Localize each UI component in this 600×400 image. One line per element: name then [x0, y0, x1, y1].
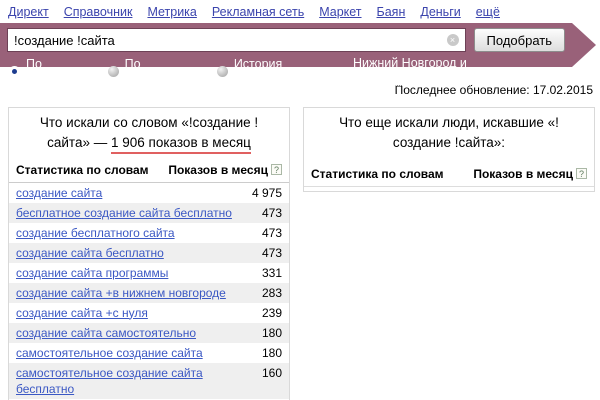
search-input-wrap: ×	[7, 28, 466, 52]
results-table: создание сайта 4 975 бесплатное создание…	[9, 183, 289, 400]
count-value: 473	[262, 205, 282, 221]
count-value: 180	[262, 345, 282, 361]
left-panel: Что искали со словом «!создание !сайта» …	[8, 107, 290, 400]
table-row: создание бесплатного сайта 473	[9, 223, 289, 243]
search-row: × Подобрать	[7, 28, 565, 52]
help-icon[interactable]: ?	[576, 168, 587, 179]
submit-button[interactable]: Подобрать	[474, 28, 565, 52]
tab-by-words-label: По словам	[26, 57, 78, 85]
col-phrase-header: Статистика по словам	[16, 163, 149, 177]
right-panel: Что еще искали люди, искавшие «!создание…	[303, 107, 595, 192]
region-link[interactable]: Нижний Новгород и область	[353, 56, 495, 86]
radio-icon[interactable]	[108, 66, 119, 77]
help-icon[interactable]: ?	[271, 164, 282, 175]
total-shows-link[interactable]: 1 906 показов в месяц	[111, 135, 251, 154]
tab-history[interactable]: История запросов	[217, 57, 323, 85]
table-row: создание сайта +с нуля 239	[9, 303, 289, 323]
search-input[interactable]	[7, 28, 466, 52]
right-panel-title: Что еще искали люди, искавшие «!создание…	[304, 108, 594, 162]
phrase-link[interactable]: создание сайта программы	[16, 265, 241, 281]
col-count-header: Показов в месяц	[168, 163, 268, 177]
nav-link[interactable]: ещё	[476, 5, 500, 19]
count-value: 180	[262, 325, 282, 341]
phrase-link[interactable]: самостоятельное создание сайта	[16, 345, 241, 361]
count-value: 331	[262, 265, 282, 281]
count-value: 239	[262, 305, 282, 321]
phrase-link[interactable]: создание сайта самостоятельно	[16, 325, 241, 341]
table-row: создание сайта 4 975	[9, 183, 289, 203]
search-bar: × Подобрать По словам По регионам Истори…	[0, 23, 572, 67]
right-table-empty	[304, 187, 594, 191]
tab-by-regions[interactable]: По регионам	[108, 57, 187, 85]
count-value: 473	[262, 245, 282, 261]
tab-by-regions-label: По регионам	[125, 57, 187, 85]
phrase-link[interactable]: бесплатное создание сайта бесплатно	[16, 205, 241, 221]
col-count-header: Показов в месяц	[473, 167, 573, 181]
nav-link[interactable]: Баян	[377, 5, 406, 19]
count-value: 283	[262, 285, 282, 301]
phrase-link[interactable]: создание сайта +с нуля	[16, 305, 241, 321]
phrase-link[interactable]: создание сайта бесплатно	[16, 245, 241, 261]
tab-by-words[interactable]: По словам	[9, 57, 78, 85]
clear-icon[interactable]: ×	[447, 34, 459, 46]
tabs-row: По словам По регионам История запросов Н…	[7, 56, 565, 86]
nav-link[interactable]: Справочник	[64, 5, 133, 19]
count-value: 160	[262, 365, 282, 381]
table-row: создание сайта бесплатно 473	[9, 243, 289, 263]
nav-link[interactable]: Метрика	[147, 5, 196, 19]
tab-history-label: История запросов	[234, 57, 323, 85]
table-row: создание сайта программы 331	[9, 263, 289, 283]
panels: Что искали со словом «!создание !сайта» …	[8, 107, 595, 400]
phrase-link[interactable]: создание сайта +в нижнем новгороде	[16, 285, 241, 301]
nav-link[interactable]: Деньги	[420, 5, 460, 19]
left-panel-title: Что искали со словом «!создание !сайта» …	[9, 108, 289, 162]
count-value: 473	[262, 225, 282, 241]
nav-link[interactable]: Маркет	[319, 5, 361, 19]
phrase-link[interactable]: создание бесплатного сайта	[16, 225, 241, 241]
table-row: бесплатное создание сайта бесплатно 473	[9, 203, 289, 223]
col-phrase-header: Статистика по словам	[311, 167, 444, 181]
left-table-header: Статистика по словам Показов в месяц ?	[9, 162, 289, 183]
table-row: самостоятельное создание сайта 180	[9, 343, 289, 363]
top-nav: Директ Справочник Метрика Рекламная сеть…	[0, 0, 600, 23]
phrase-link[interactable]: создание сайта	[16, 185, 241, 201]
table-row: создание сайта самостоятельно 180	[9, 323, 289, 343]
nav-link[interactable]: Директ	[8, 5, 49, 19]
radio-icon[interactable]	[217, 66, 228, 77]
table-row: самостоятельное создание сайта бесплатно…	[9, 363, 289, 399]
count-value: 4 975	[252, 185, 282, 201]
radio-selected-icon[interactable]	[9, 66, 20, 77]
phrase-link[interactable]: самостоятельное создание сайта бесплатно	[16, 365, 241, 397]
right-table-header: Статистика по словам Показов в месяц ?	[304, 166, 594, 187]
nav-link[interactable]: Рекламная сеть	[212, 5, 304, 19]
table-row: создание сайта +в нижнем новгороде 283	[9, 283, 289, 303]
